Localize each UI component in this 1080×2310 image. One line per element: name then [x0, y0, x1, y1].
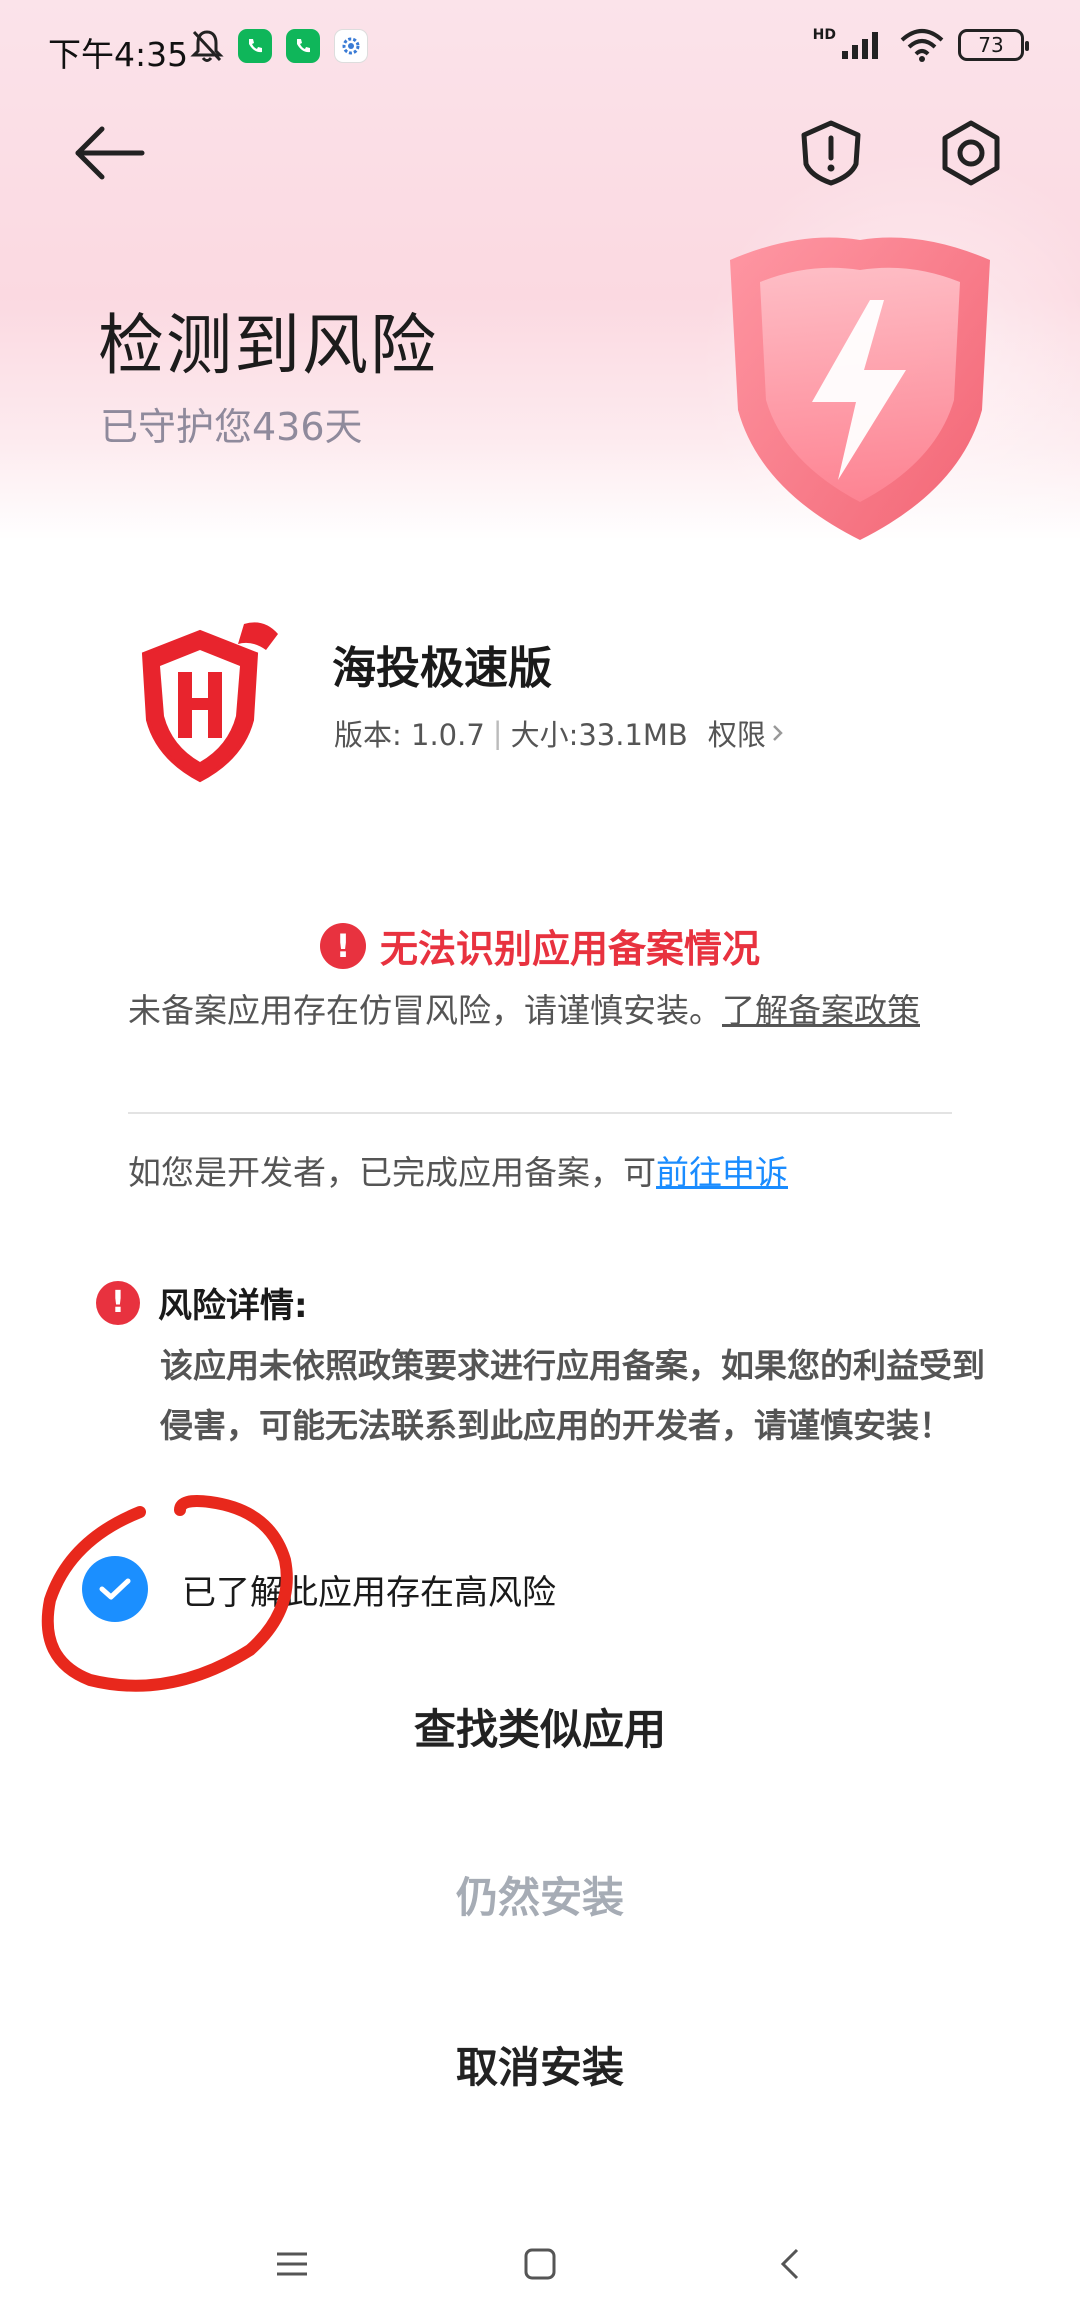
- permissions-label: 权限: [707, 718, 766, 752]
- status-bar: 下午4:35 HD 73: [0, 0, 1080, 100]
- home-button[interactable]: [510, 2234, 570, 2294]
- acknowledge-checkbox[interactable]: [82, 1556, 148, 1622]
- developer-text: 如您是开发者，已完成应用备案，可: [128, 1153, 656, 1192]
- exclamation-icon: !: [96, 1280, 140, 1325]
- wifi-icon: [900, 29, 944, 62]
- cancel-install-button[interactable]: 取消安装: [0, 2034, 1080, 2095]
- checkmark-icon: [99, 1578, 131, 1600]
- settings-app-icon: [334, 29, 368, 63]
- back-arrow-icon[interactable]: [70, 118, 150, 188]
- acknowledge-label: 已了解此应用存在高风险: [182, 1572, 556, 1613]
- shield-lightning-icon: [730, 237, 990, 540]
- chevron-right-icon: [772, 725, 783, 741]
- shield-alert-icon[interactable]: [796, 118, 866, 188]
- phone-app-icon: [286, 29, 320, 63]
- hd-badge: HD: [812, 27, 836, 43]
- risk-details-title: 风险详情:: [158, 1286, 308, 1326]
- exclamation-icon: !: [319, 922, 366, 969]
- chevron-left-icon: [780, 2248, 799, 2280]
- battery-indicator: 73: [958, 29, 1029, 61]
- appeal-link[interactable]: 前往申诉: [656, 1153, 788, 1192]
- page-title: 检测到风险: [98, 307, 438, 384]
- risk-headline: ! 无法识别应用备案情况: [0, 918, 1080, 973]
- system-nav-bar: [0, 2228, 1080, 2308]
- app-icon: [141, 622, 278, 783]
- home-square-icon: [524, 2248, 556, 2280]
- notification-icons: [190, 28, 368, 64]
- notice-text: 未备案应用存在仿冒风险，请谨慎安装。: [128, 991, 722, 1030]
- acknowledge-row[interactable]: 已了解此应用存在高风险: [82, 1556, 556, 1622]
- nav-back-button[interactable]: [760, 2234, 820, 2294]
- developer-appeal: 如您是开发者，已完成应用备案，可前往申诉: [128, 1146, 788, 1194]
- app-meta: 版本: 1.0.7 | 大小:33.1MB 权限: [334, 712, 784, 754]
- protection-days: 已守护您436天: [100, 405, 363, 449]
- bell-muted-icon: [190, 30, 224, 62]
- risk-headline-text: 无法识别应用备案情况: [379, 927, 760, 971]
- filing-policy-link[interactable]: 了解备案政策: [722, 991, 920, 1030]
- app-name: 海投极速版: [332, 643, 552, 694]
- signal-icon: [842, 32, 878, 59]
- battery-level: 73: [978, 33, 1004, 57]
- app-version: 版本: 1.0.7: [334, 718, 485, 752]
- filing-notice: 未备案应用存在仿冒风险，请谨慎安装。了解备案政策: [128, 986, 958, 1036]
- find-similar-button[interactable]: 查找类似应用: [0, 1696, 1080, 1757]
- menu-button[interactable]: [262, 2234, 322, 2294]
- phone-app-icon: [238, 29, 272, 63]
- risk-details-header: ! 风险详情:: [96, 1278, 308, 1327]
- gear-icon[interactable]: [936, 118, 1006, 188]
- status-time: 下午4:35: [48, 35, 189, 74]
- menu-icon: [277, 2252, 307, 2276]
- install-anyway-button[interactable]: 仍然安装: [0, 1864, 1080, 1925]
- permissions-link[interactable]: 权限: [708, 712, 784, 754]
- risk-details-body: 该应用未依照政策要求进行应用备案，如果您的利益受到侵害，可能无法联系到此应用的开…: [160, 1346, 985, 1445]
- status-right: HD 73: [812, 27, 1029, 62]
- divider: [128, 1112, 952, 1114]
- meta-separator: |: [492, 716, 503, 750]
- app-size: 大小:33.1MB: [510, 718, 688, 752]
